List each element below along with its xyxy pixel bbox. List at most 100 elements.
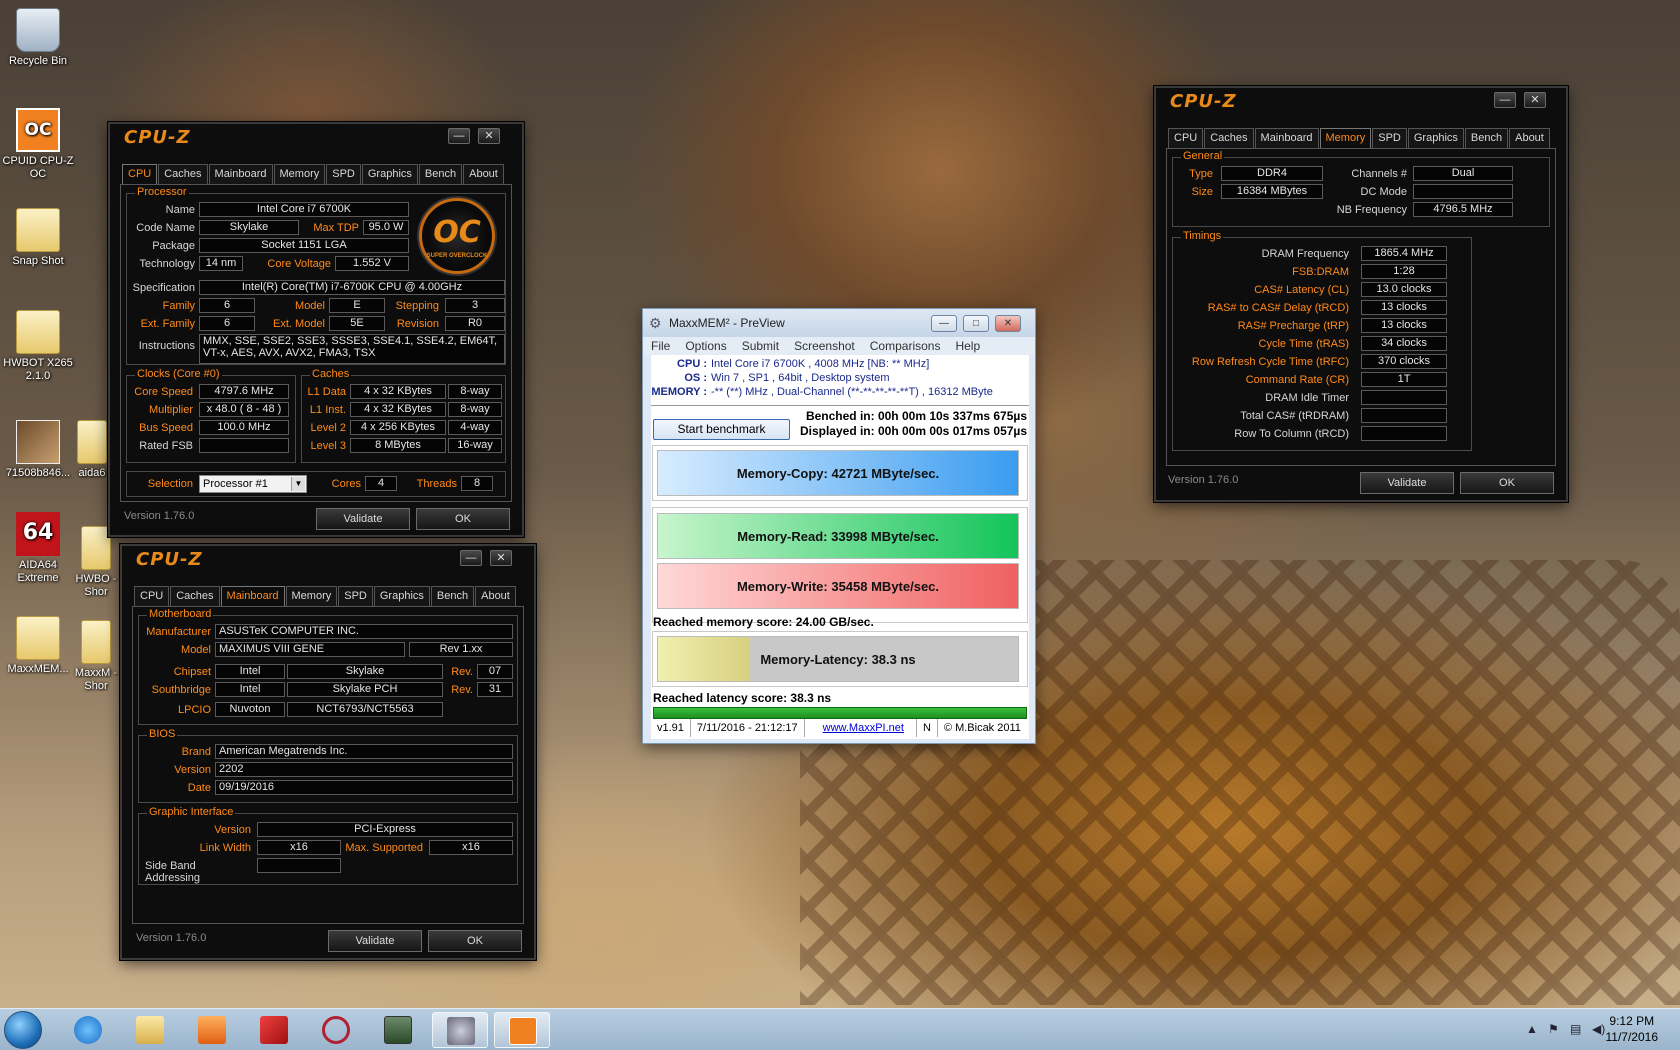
folder-icon <box>16 310 60 354</box>
validate-button[interactable]: Validate <box>316 508 410 530</box>
tab-bar: CPU Caches Mainboard Memory SPD Graphics… <box>122 164 505 185</box>
title-bar[interactable]: CPU-Z — ✕ <box>110 124 522 152</box>
desktop-icon-image[interactable]: 71508b846... <box>0 420 76 480</box>
taskbar-file-explorer[interactable] <box>122 1012 178 1048</box>
tab-mainboard[interactable]: Mainboard <box>208 164 273 184</box>
close-button[interactable]: ✕ <box>490 550 512 566</box>
close-button[interactable]: ✕ <box>995 315 1021 332</box>
shortcut-icon <box>81 526 111 570</box>
show-hidden-icons-button[interactable]: ▲ <box>1526 1022 1538 1036</box>
media-player-icon <box>198 1016 226 1044</box>
processor-select[interactable]: Processor #1 ▼ <box>199 475 307 493</box>
l3-way: 16-way <box>448 438 502 453</box>
tab-spd[interactable]: SPD <box>1372 128 1407 148</box>
folder-icon <box>16 616 60 660</box>
tab-about[interactable]: About <box>1509 128 1550 148</box>
technology-value: 14 nm <box>199 256 243 271</box>
tab-graphics[interactable]: Graphics <box>1407 128 1464 148</box>
tab-bench[interactable]: Bench <box>430 586 475 606</box>
desktop-icon-maxxmem-folder[interactable]: MaxxMEM... <box>0 616 76 676</box>
title-bar[interactable]: ⚙ MaxxMEM² - PreView — □ ✕ <box>643 309 1035 337</box>
taskbar-screenshot-app[interactable] <box>370 1012 426 1048</box>
sideband-value <box>257 858 341 873</box>
tab-cpu[interactable]: CPU <box>1168 128 1204 148</box>
tab-bench[interactable]: Bench <box>1464 128 1509 148</box>
trp-value: 13 clocks <box>1361 318 1447 333</box>
fsb-dram-value: 1:28 <box>1361 264 1447 279</box>
tab-graphics[interactable]: Graphics <box>361 164 418 184</box>
tab-memory[interactable]: Memory <box>1319 128 1372 149</box>
close-button[interactable]: ✕ <box>1524 92 1546 108</box>
menu-help[interactable]: Help <box>955 337 980 355</box>
ratedfsb-value <box>199 438 289 453</box>
desktop-icon-cpuz-oc[interactable]: OC CPUID CPU-Z OC <box>0 108 76 181</box>
tab-caches[interactable]: Caches <box>1204 128 1254 148</box>
minimize-button[interactable]: — <box>460 550 482 566</box>
minimize-button[interactable]: — <box>931 315 957 332</box>
ok-button[interactable]: OK <box>416 508 510 530</box>
desktop-icon-hwbot-x265[interactable]: HWBOT X265 2.1.0 <box>0 310 76 383</box>
image-icon <box>16 420 60 464</box>
tab-about[interactable]: About <box>463 164 504 184</box>
minimize-button[interactable]: — <box>1494 92 1516 108</box>
menu-comparisons[interactable]: Comparisons <box>870 337 941 355</box>
chipset-rev-value: 07 <box>477 664 513 679</box>
tab-caches[interactable]: Caches <box>170 586 220 606</box>
maxxpi-link[interactable]: www.MaxxPI.net <box>805 719 917 737</box>
tab-spd[interactable]: SPD <box>326 164 361 184</box>
tab-caches[interactable]: Caches <box>158 164 208 184</box>
cores-value: 4 <box>365 476 397 491</box>
taskbar-internet-explorer[interactable] <box>60 1012 116 1048</box>
memory-write-bar: Memory-Write: 35458 MByte/sec. <box>657 563 1019 609</box>
action-center-icon[interactable]: ⚑ <box>1548 1022 1559 1036</box>
taskbar-media-player[interactable] <box>184 1012 240 1048</box>
l1d-way: 8-way <box>448 384 502 399</box>
row-to-column-value <box>1361 426 1447 441</box>
volume-icon[interactable]: ◀) <box>1592 1022 1605 1036</box>
taskbar-app-network[interactable] <box>308 1012 364 1048</box>
tab-mainboard[interactable]: Mainboard <box>1254 128 1319 148</box>
tab-memory[interactable]: Memory <box>273 164 326 184</box>
desktop-icon-aida6[interactable]: aida6 <box>72 420 112 480</box>
menu-file[interactable]: File <box>651 337 670 355</box>
desktop-icon-recycle-bin[interactable]: Recycle Bin <box>0 8 76 68</box>
tab-cpu[interactable]: CPU <box>134 586 170 606</box>
system-clock[interactable]: 9:12 PM 11/7/2016 <box>1606 1013 1659 1045</box>
tab-cpu[interactable]: CPU <box>122 164 158 185</box>
desktop-icon-maxxmem-shortcut[interactable]: MaxxM - Shor <box>72 620 120 693</box>
desktop-icon-aida64[interactable]: 64 AIDA64 Extreme <box>0 512 76 585</box>
taskbar-cpuz[interactable] <box>494 1012 550 1048</box>
southbridge-vendor-value: Intel <box>215 682 285 697</box>
tab-mainboard[interactable]: Mainboard <box>220 586 285 607</box>
l3-value: 8 MBytes <box>350 438 446 453</box>
minimize-button[interactable]: — <box>448 128 470 144</box>
tab-bench[interactable]: Bench <box>418 164 463 184</box>
taskbar: ▲ ⚑ ▤ ◀) 9:12 PM 11/7/2016 <box>0 1008 1680 1050</box>
title-bar[interactable]: CPU-Z — ✕ <box>1156 88 1566 116</box>
title-bar[interactable]: CPU-Z — ✕ <box>122 546 534 574</box>
revision-value: R0 <box>445 316 505 331</box>
network-tray-icon[interactable]: ▤ <box>1570 1022 1581 1036</box>
desktop-icon-snap-shot[interactable]: Snap Shot <box>0 208 76 268</box>
cpuz-memory-window: CPU-Z — ✕ CPU Caches Mainboard Memory SP… <box>1154 86 1568 502</box>
close-button[interactable]: ✕ <box>478 128 500 144</box>
maximize-button[interactable]: □ <box>963 315 989 332</box>
tab-about[interactable]: About <box>475 586 516 606</box>
name-value: Intel Core i7 6700K <box>199 202 409 217</box>
taskbar-app-red[interactable] <box>246 1012 302 1048</box>
latency-score: Reached latency score: 38.3 ns <box>653 691 832 705</box>
menu-submit[interactable]: Submit <box>742 337 779 355</box>
validate-button[interactable]: Validate <box>328 930 422 952</box>
ok-button[interactable]: OK <box>1460 472 1554 494</box>
tab-memory[interactable]: Memory <box>285 586 338 606</box>
lpcio-vendor-value: Nuvoton <box>215 702 285 717</box>
tab-spd[interactable]: SPD <box>338 586 373 606</box>
start-button[interactable] <box>4 1011 42 1049</box>
menu-screenshot[interactable]: Screenshot <box>794 337 855 355</box>
ok-button[interactable]: OK <box>428 930 522 952</box>
tab-graphics[interactable]: Graphics <box>373 586 430 606</box>
taskbar-maxxmem[interactable] <box>432 1012 488 1048</box>
start-benchmark-button[interactable]: Start benchmark <box>653 419 790 440</box>
validate-button[interactable]: Validate <box>1360 472 1454 494</box>
menu-options[interactable]: Options <box>685 337 726 355</box>
